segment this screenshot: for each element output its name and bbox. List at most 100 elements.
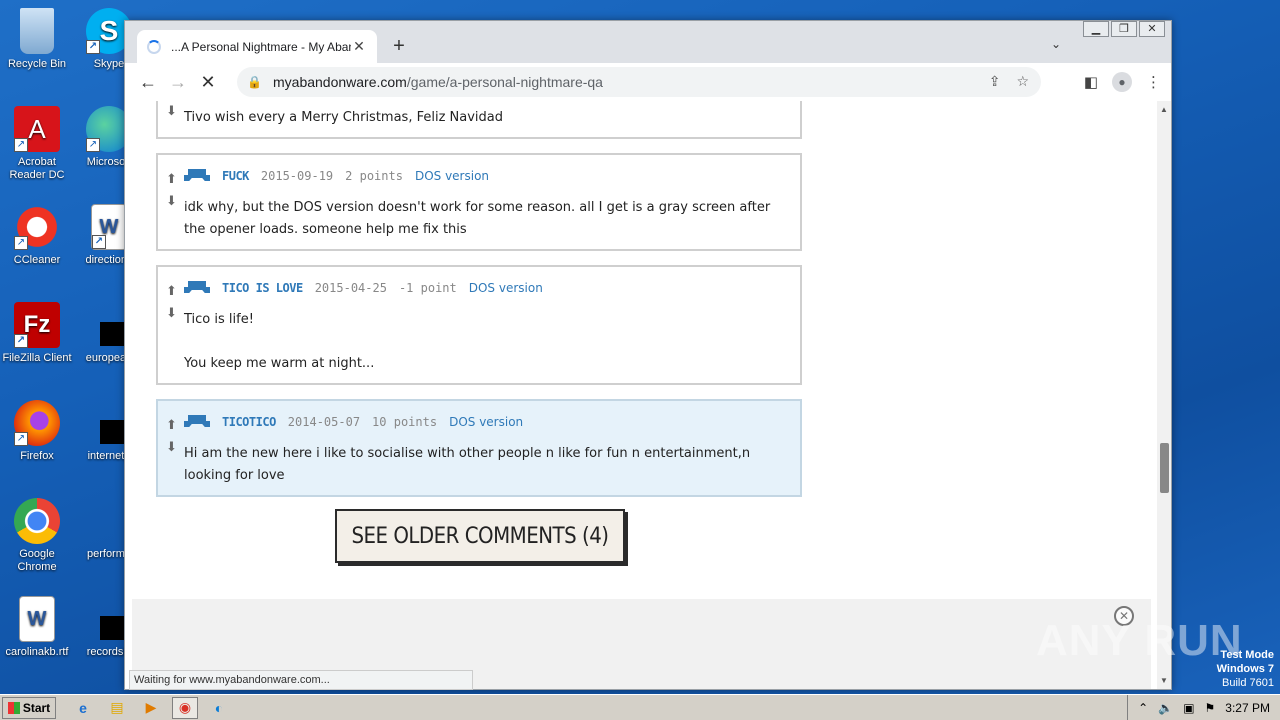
network-icon[interactable]: ▣ (1183, 701, 1194, 715)
comment-card: ⬆ ⬇ TICO IS LOVE 2015-04-25 -1 point DOS… (156, 265, 802, 385)
comment-card: ⬆ ⬇ TICOTICO 2014-05-07 10 points DOS ve… (156, 399, 802, 497)
forward-button[interactable]: → (163, 72, 193, 93)
comment-username[interactable]: TICOTICO (222, 415, 276, 429)
word-doc-icon: W (19, 596, 55, 642)
comment-date: 2014-05-07 (287, 415, 361, 429)
upvote-arrow-icon[interactable]: ⬆ (166, 415, 180, 437)
comment-points: 2 points (345, 169, 403, 183)
vote-controls: ⬆ ⬇ (166, 415, 180, 459)
close-window-button[interactable]: ✕ (1139, 21, 1165, 37)
desktop-icon-carolinakb[interactable]: W carolinakb.rtf (2, 596, 72, 659)
vote-controls: ⬆ ⬇ (166, 281, 180, 325)
desktop-icon-recycle-bin[interactable]: Recycle Bin (2, 8, 72, 71)
desktop-icon-google-chrome[interactable]: Google Chrome (2, 498, 72, 574)
share-icon[interactable]: ⇪ (989, 73, 1001, 90)
desktop-icon-acrobat[interactable]: A ↗ Acrobat Reader DC (2, 106, 72, 182)
space-invader-avatar-icon (184, 415, 210, 429)
file-explorer-icon[interactable]: ▤ (104, 697, 130, 719)
comment-body: Tivo wish every a Merry Christmas, Feliz… (184, 110, 504, 125)
new-tab-button[interactable]: + (387, 35, 411, 58)
system-tray: ⌃ 🔈 ▣ ⚑ 3:27 PM (1127, 695, 1280, 720)
comment-points: -1 point (398, 281, 457, 295)
desktop-icon-firefox[interactable]: ↗ Firefox (2, 400, 72, 463)
maximize-button[interactable]: ❐ (1111, 21, 1137, 37)
side-panel-icon[interactable]: ◧ (1084, 73, 1098, 91)
address-bar[interactable]: 🔒 myabandonware.com/game/a-personal-nigh… (237, 67, 1041, 97)
tab-active[interactable]: ...A Personal Nightmare - My Aband ✕ (137, 30, 377, 63)
window-controls: ▁ ❐ ✕ (1081, 21, 1165, 37)
comment-date: 2015-09-19 (260, 169, 334, 183)
url-path: /game/a-personal-nightmare-qa (406, 74, 603, 90)
page-viewport: ⬇ Tivo wish every a Merry Christmas, Fel… (125, 101, 1159, 689)
volume-icon[interactable]: 🔈 (1158, 701, 1173, 715)
tray-expand-icon[interactable]: ⌃ (1138, 701, 1148, 715)
downvote-arrow-icon[interactable]: ⬇ (166, 101, 180, 123)
anyrun-watermark: ANY RUN (1036, 616, 1243, 665)
filezilla-icon: Fz ↗ (14, 302, 60, 348)
tab-title: ...A Personal Nightmare - My Aband (171, 39, 351, 54)
minimize-button[interactable]: ▁ (1083, 21, 1109, 37)
toolbar-right: ◧ ● ⋮ (1084, 72, 1161, 92)
downvote-arrow-icon[interactable]: ⬇ (166, 303, 180, 325)
taskbar-apps: e ▤ ▶ ◉ ◐ (70, 696, 232, 719)
media-player-icon[interactable]: ▶ (138, 697, 164, 719)
browser-window: ...A Personal Nightmare - My Aband ✕ + ⌄… (124, 20, 1172, 690)
lock-icon[interactable]: 🔒 (247, 75, 265, 89)
test-mode-notice: Test Mode Windows 7 Build 7601 (1216, 649, 1274, 689)
comment-body: Hi am the new here i like to socialise w… (184, 446, 751, 483)
scroll-down-arrow-icon[interactable]: ▼ (1157, 676, 1171, 685)
comment-version-link[interactable]: DOS version (415, 169, 489, 183)
comment-version-link[interactable]: DOS version (449, 415, 523, 429)
page-content: ⬇ Tivo wish every a Merry Christmas, Fel… (132, 101, 1151, 599)
comment-date: 2015-04-25 (314, 281, 387, 295)
downvote-arrow-icon[interactable]: ⬇ (166, 437, 180, 459)
status-bubble: Waiting for www.myabandonware.com... (129, 670, 473, 690)
scrollbar-thumb[interactable] (1160, 443, 1169, 493)
edge-taskbar-icon[interactable]: ◐ (206, 697, 232, 719)
page-scrollbar[interactable]: ▲ ▼ (1157, 101, 1171, 689)
see-older-comments-button[interactable]: SEE OLDER COMMENTS (4) (335, 509, 625, 563)
recycle-bin-icon (20, 8, 54, 54)
downvote-arrow-icon[interactable]: ⬇ (166, 191, 180, 213)
menu-kebab-icon[interactable]: ⋮ (1146, 73, 1161, 91)
windows-flag-icon (7, 701, 20, 714)
chrome-taskbar-icon[interactable]: ◉ (172, 696, 198, 719)
ccleaner-icon: ↗ (14, 204, 60, 250)
start-button[interactable]: Start (2, 696, 56, 719)
action-center-flag-icon[interactable]: ⚑ (1205, 701, 1216, 715)
upvote-arrow-icon[interactable]: ⬆ (166, 281, 180, 303)
loading-spinner-icon (147, 39, 161, 54)
url-host: myabandonware.com (273, 74, 407, 90)
stop-loading-button[interactable]: ✕ (193, 72, 223, 93)
tab-search-chevron-icon[interactable]: ⌄ (1051, 37, 1061, 51)
vote-controls: ⬇ (166, 101, 180, 123)
comment-username[interactable]: TICO IS LOVE (222, 281, 303, 295)
comment-body: idk why, but the DOS version doesn't wor… (184, 200, 771, 237)
space-invader-avatar-icon (184, 281, 210, 295)
word-doc-icon: W ↗ (91, 204, 127, 250)
upvote-arrow-icon[interactable]: ⬆ (166, 169, 180, 191)
comment-meta: TICOTICO 2014-05-07 10 points DOS versio… (184, 415, 523, 429)
clock[interactable]: 3:27 PM (1225, 701, 1270, 715)
comment-card: ⬇ Tivo wish every a Merry Christmas, Fel… (156, 101, 802, 139)
comment-card: ⬆ ⬇ FUCK 2015-09-19 2 points DOS version… (156, 153, 802, 251)
comment-username[interactable]: FUCK (222, 169, 249, 183)
bookmark-star-icon[interactable]: ☆ (1016, 73, 1029, 90)
scroll-up-arrow-icon[interactable]: ▲ (1157, 105, 1171, 114)
comment-meta: TICO IS LOVE 2015-04-25 -1 point DOS ver… (184, 281, 543, 295)
comment-meta: FUCK 2015-09-19 2 points DOS version (184, 169, 489, 183)
internet-explorer-icon[interactable]: e (70, 697, 96, 719)
firefox-icon: ↗ (14, 400, 60, 446)
browser-toolbar: ← → ✕ 🔒 myabandonware.com/game/a-persona… (125, 63, 1171, 101)
back-button[interactable]: ← (133, 72, 163, 93)
comment-version-link[interactable]: DOS version (469, 281, 543, 295)
vote-controls: ⬆ ⬇ (166, 169, 180, 213)
omnibox-actions: ⇪ ☆ (989, 73, 1029, 90)
profile-avatar-icon[interactable]: ● (1112, 72, 1132, 92)
comment-body: Tico is life! You keep me warm at night.… (184, 312, 375, 371)
space-invader-avatar-icon (184, 169, 210, 183)
desktop-icon-filezilla[interactable]: Fz ↗ FileZilla Client (2, 302, 72, 365)
tab-close-icon[interactable]: ✕ (351, 38, 367, 55)
desktop-icon-ccleaner[interactable]: ↗ CCleaner (2, 204, 72, 267)
taskbar: Start e ▤ ▶ ◉ ◐ ⌃ 🔈 ▣ ⚑ 3:27 PM (0, 694, 1280, 720)
